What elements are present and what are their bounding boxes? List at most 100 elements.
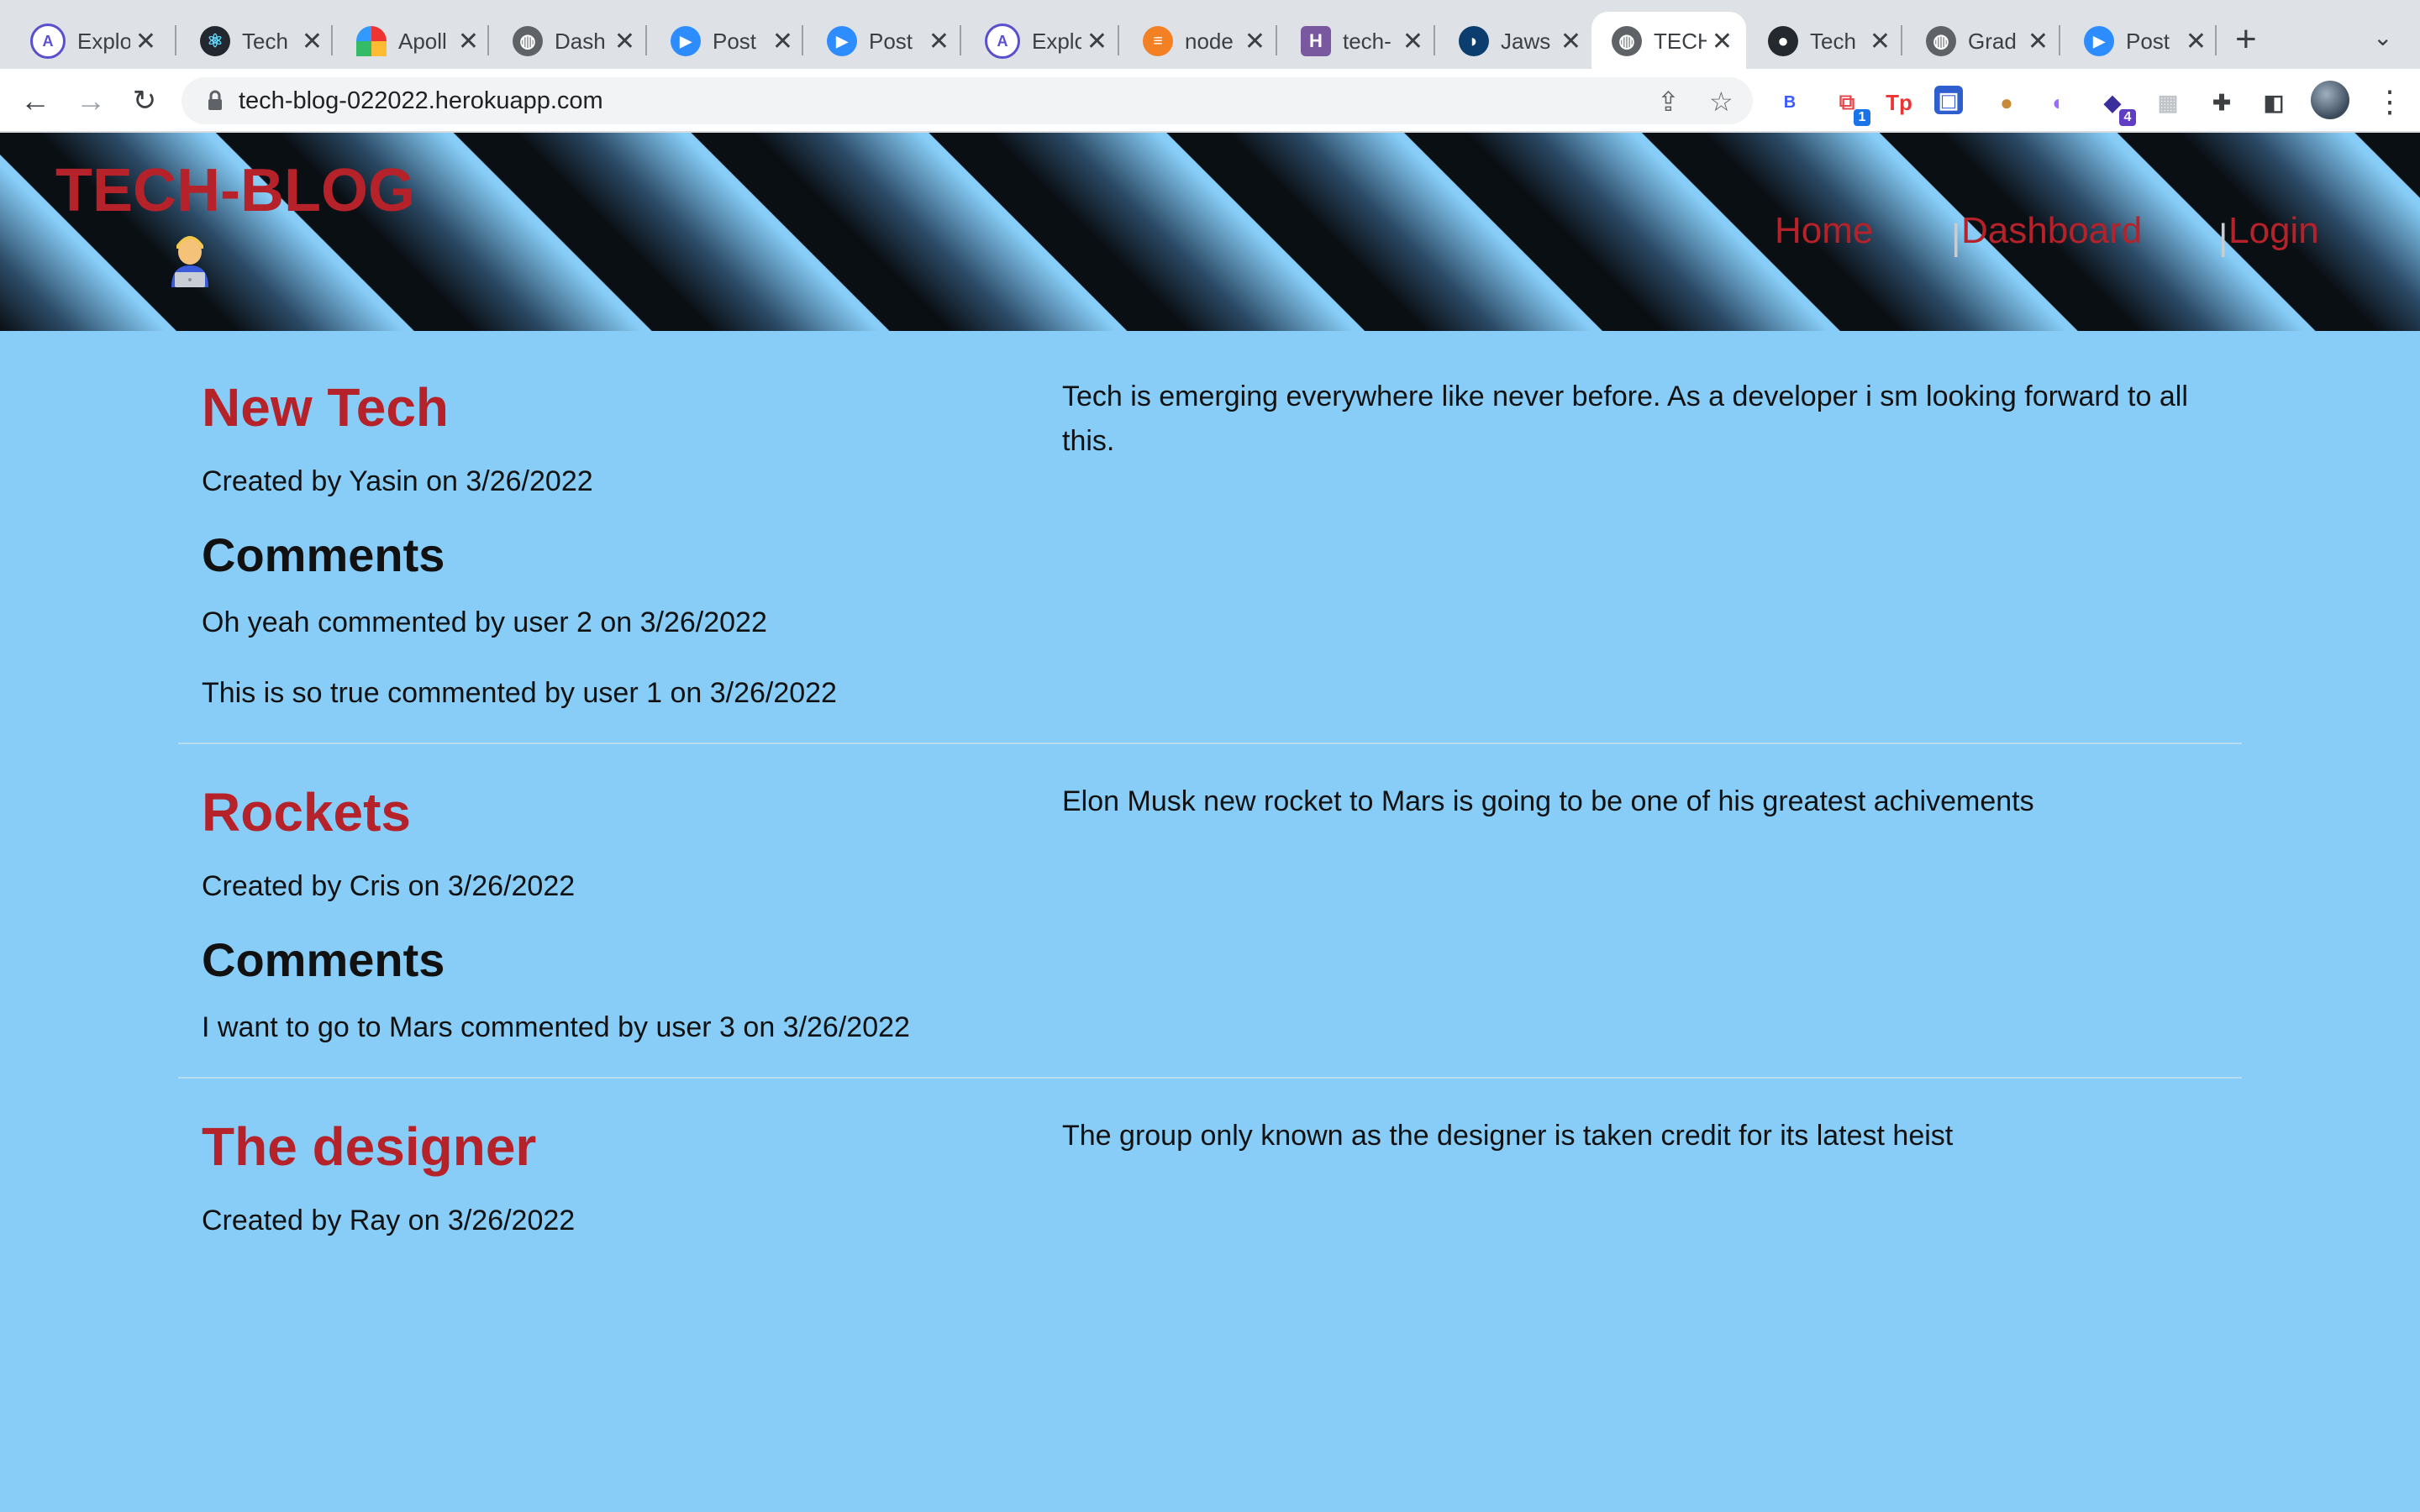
tab[interactable]: ▶ Post ✕ bbox=[807, 12, 963, 71]
avatar[interactable] bbox=[2311, 81, 2349, 119]
tab[interactable]: A Explo ✕ bbox=[10, 12, 170, 71]
nav-dashboard-link[interactable]: Dashboard bbox=[1961, 210, 2142, 252]
back-button[interactable]: ← bbox=[15, 81, 55, 121]
tab[interactable]: ⚛ Tech ✕ bbox=[180, 12, 336, 71]
tab-separator bbox=[1434, 25, 1435, 55]
post-meta: Created by Ray on 3/26/2022 bbox=[202, 1205, 576, 1236]
close-icon[interactable]: ✕ bbox=[772, 27, 793, 56]
tab-active[interactable]: ◍ TECH ✕ bbox=[1591, 12, 1746, 71]
tab-separator bbox=[2215, 25, 2217, 55]
close-icon[interactable]: ✕ bbox=[1086, 27, 1107, 56]
globe-icon: ◍ bbox=[513, 26, 543, 56]
kebab-menu-icon[interactable]: ⋮ bbox=[2375, 84, 2405, 119]
close-icon[interactable]: ✕ bbox=[1244, 27, 1265, 56]
tab-search-chevron-icon[interactable]: ⌄ bbox=[2373, 24, 2392, 51]
tab-separator bbox=[487, 25, 489, 55]
tab-title: tech- bbox=[1343, 28, 1392, 54]
bookmark-star-icon[interactable]: ☆ bbox=[1709, 86, 1733, 118]
close-icon[interactable]: ✕ bbox=[929, 27, 950, 56]
stackoverflow-icon: ≡ bbox=[1143, 26, 1173, 56]
close-icon[interactable]: ✕ bbox=[135, 27, 156, 56]
comments-heading: Comments bbox=[202, 528, 445, 581]
tab[interactable]: ▶ Post ✕ bbox=[650, 12, 807, 71]
tab-separator bbox=[331, 25, 333, 55]
zoom-icon: ▶ bbox=[671, 26, 701, 56]
rainbow-icon bbox=[356, 26, 387, 56]
extension-flow-icon[interactable]: ⧉ 1 bbox=[1830, 86, 1870, 126]
site-brand[interactable]: TECH-BLOG bbox=[55, 156, 415, 225]
extension-badge: 4 bbox=[2119, 109, 2136, 126]
new-tab-button[interactable]: + bbox=[2235, 18, 2257, 60]
extension-grid-icon[interactable]: ▦ bbox=[2151, 86, 2185, 119]
post-meta: Created by Yasin on 3/26/2022 bbox=[202, 465, 593, 497]
tab-title: TECH bbox=[1654, 28, 1707, 54]
tab-title: Post bbox=[869, 28, 913, 54]
apollo-icon: A bbox=[985, 24, 1020, 59]
reload-button[interactable]: ↻ bbox=[124, 81, 165, 121]
tab-title: node bbox=[1185, 28, 1234, 54]
heroku-icon: H bbox=[1301, 26, 1331, 56]
apollo-icon: A bbox=[30, 24, 66, 59]
tab[interactable]: ● Tech ✕ bbox=[1748, 12, 1904, 71]
tab[interactable]: ≡ node ✕ bbox=[1123, 12, 1279, 71]
tab-strip: A Explo ✕ ⚛ Tech ✕ Apoll ✕ ◍ Dash ✕ ▶ Po… bbox=[0, 0, 2420, 71]
extension-tp-icon[interactable]: Tp bbox=[1882, 86, 1916, 119]
close-icon[interactable]: ✕ bbox=[302, 27, 323, 56]
close-icon[interactable]: ✕ bbox=[1402, 27, 1423, 56]
nav-home-link[interactable]: Home bbox=[1775, 210, 1873, 252]
close-icon[interactable]: ✕ bbox=[2028, 27, 2049, 56]
github-icon: ● bbox=[1768, 26, 1798, 56]
post-title[interactable]: Rockets bbox=[202, 781, 411, 843]
close-icon[interactable]: ✕ bbox=[458, 27, 479, 56]
page-viewport: TECH-BLOG Home | Dashboard | Login New T… bbox=[0, 133, 2420, 1512]
tab-separator bbox=[1276, 25, 1277, 55]
close-icon[interactable]: ✕ bbox=[614, 27, 635, 56]
globe-icon: ◍ bbox=[1926, 26, 1956, 56]
lock-icon bbox=[208, 90, 222, 110]
tab-title: Explo bbox=[1032, 28, 1081, 54]
tab[interactable]: ▶ Post ✕ bbox=[2064, 12, 2220, 71]
zoom-icon: ▶ bbox=[827, 26, 857, 56]
post-title[interactable]: The designer bbox=[202, 1116, 536, 1178]
tab[interactable]: ◗ Jaws ✕ bbox=[1439, 12, 1595, 71]
tab[interactable]: ◍ Dash ✕ bbox=[492, 12, 649, 71]
nav-login-link[interactable]: Login bbox=[2228, 210, 2319, 252]
share-icon[interactable]: ⇪ bbox=[1657, 86, 1680, 118]
tab-separator bbox=[960, 25, 961, 55]
comment: This is so true commented by user 1 on 3… bbox=[202, 677, 837, 709]
post-body: Tech is emerging everywhere like never b… bbox=[1062, 381, 2188, 457]
url-text: tech-blog-022022.herokuapp.com bbox=[239, 87, 603, 114]
extensions-puzzle-icon[interactable]: ✚ bbox=[2205, 86, 2238, 119]
nav-separator: | bbox=[2218, 217, 2228, 258]
extension-b-icon[interactable]: B bbox=[1773, 86, 1807, 119]
post-divider bbox=[178, 1077, 2242, 1079]
nav-separator: | bbox=[1951, 217, 1961, 258]
extension-purple-icon[interactable]: ◐ bbox=[2042, 86, 2075, 119]
close-icon[interactable]: ✕ bbox=[2186, 27, 2207, 56]
tab-title: Post bbox=[2126, 28, 2170, 54]
browser-toolbar: ← → ↻ tech-blog-022022.herokuapp.com ⇪ ☆… bbox=[0, 69, 2420, 133]
extension-graduation-icon[interactable]: ◆ 4 bbox=[2096, 86, 2136, 126]
tab-title: Explo bbox=[77, 28, 130, 54]
forward-button[interactable]: → bbox=[71, 81, 111, 121]
tab-separator bbox=[645, 25, 647, 55]
post-title[interactable]: New Tech bbox=[202, 376, 449, 438]
tab[interactable]: Apoll ✕ bbox=[336, 12, 492, 71]
tab-separator bbox=[2059, 25, 2060, 55]
tab[interactable]: H tech- ✕ bbox=[1281, 12, 1437, 71]
close-icon[interactable]: ✕ bbox=[1560, 27, 1581, 56]
technologist-icon bbox=[171, 236, 208, 287]
tab-separator bbox=[1901, 25, 1902, 55]
comments-heading: Comments bbox=[202, 933, 445, 986]
extension-lock-icon[interactable]: ▣ bbox=[1934, 86, 1963, 114]
close-icon[interactable]: ✕ bbox=[1870, 27, 1891, 56]
jawsdb-icon: ◗ bbox=[1459, 26, 1489, 56]
side-panel-icon[interactable]: ◧ bbox=[2257, 86, 2291, 119]
post-body: Elon Musk new rocket to Mars is going to… bbox=[1062, 785, 2034, 817]
close-icon[interactable]: ✕ bbox=[1712, 27, 1733, 56]
tab[interactable]: A Explo ✕ bbox=[965, 12, 1121, 71]
address-bar[interactable]: tech-blog-022022.herokuapp.com ⇪ ☆ bbox=[182, 77, 1753, 124]
tab-title: Dash bbox=[555, 28, 606, 54]
cookie-icon[interactable]: ● bbox=[1990, 86, 2023, 119]
tab[interactable]: ◍ Grad ✕ bbox=[1906, 12, 2062, 71]
